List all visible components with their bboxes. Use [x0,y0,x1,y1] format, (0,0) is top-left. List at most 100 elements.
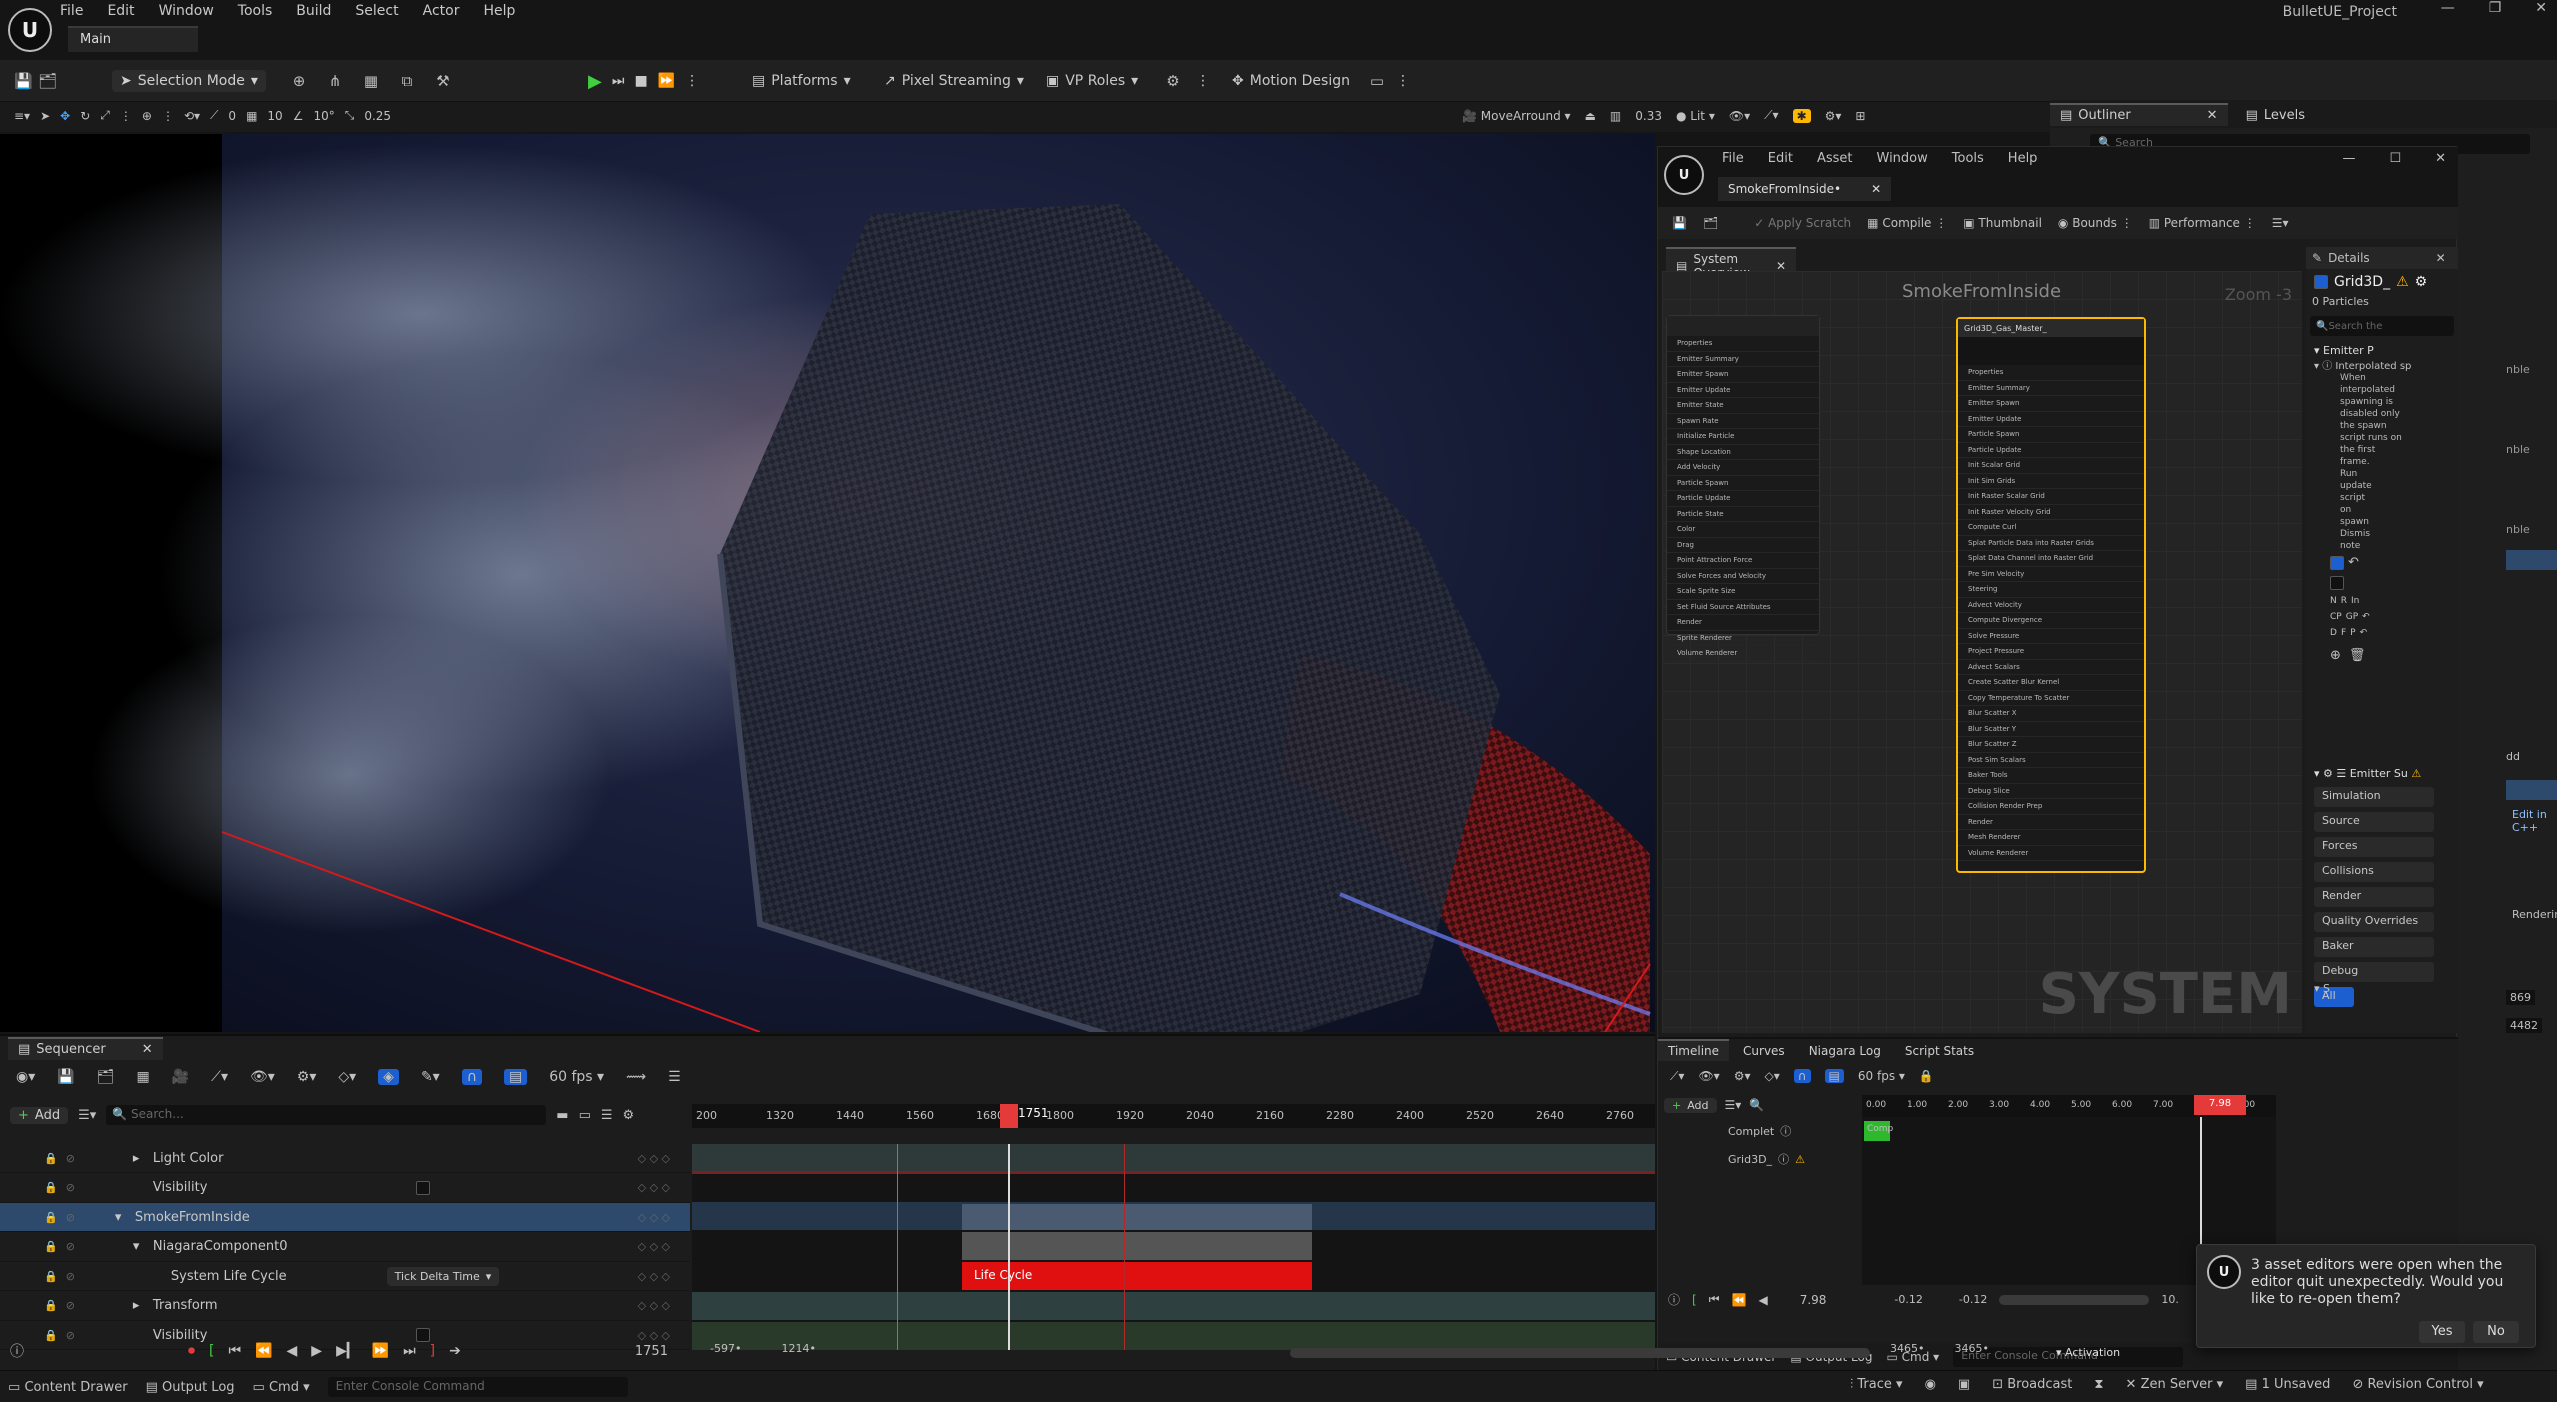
visibility-icon[interactable]: ⊘ [66,1270,75,1283]
timeline-tab-timeline[interactable]: Timeline [1658,1039,1730,1061]
prev-frame-icon[interactable]: ◀ [287,1343,298,1359]
grid3d-emitter-node[interactable]: Grid3D_Gas_Master_ Properties Emitter Sum… [1956,317,2146,873]
fps-dropdown[interactable]: 60 fps ▾ [1858,1069,1905,1083]
key-diamond-icon[interactable]: ◇ ◇ ◇ [638,1270,670,1283]
view-icon[interactable]: 👁▾ [1698,1069,1719,1083]
category-button-debug[interactable]: Debug [2314,962,2434,982]
view-icon[interactable]: 👁▾ [250,1069,275,1085]
record-icon[interactable]: ◉ [1925,1377,1936,1392]
to-start-icon[interactable]: ⏮ [1709,1292,1720,1307]
browse-icon[interactable]: 🗂 [97,1069,115,1085]
thumbnail-button[interactable]: ▣ Thumbnail [1963,216,2042,230]
performance-button[interactable]: ▥ Performance ⋮ [2149,216,2256,230]
search-icon[interactable]: 🔍 [1749,1098,1764,1112]
lock-icon[interactable]: 🔒 [44,1270,58,1283]
emitter-node-row[interactable]: Compute Divergence [1958,613,2144,629]
menu-item-build[interactable]: Build [296,3,331,19]
detail-chip[interactable]: P [2350,628,2355,638]
detail-checkbox[interactable] [2330,576,2344,590]
vp-roles-dropdown[interactable]: ▣ VP Roles ▾ [1046,68,1138,94]
prev-key-icon[interactable]: ⏪ [255,1343,272,1359]
list-icon[interactable]: ☰ [668,1069,681,1085]
track-lane-visibility[interactable] [692,1322,1655,1350]
yes-button[interactable]: Yes [2419,1321,2465,1343]
timeline-tab-niagara-log[interactable]: Niagara Log [1798,1039,1891,1061]
play-icon[interactable]: ▶ [588,71,602,92]
level-icon[interactable]: ⧉ [398,72,416,90]
emitter-node-row[interactable]: Advect Velocity [1958,598,2144,613]
collapse-icon[interactable]: ▬ [556,1108,568,1123]
system-node-row[interactable]: Set Fluid Source Attributes [1667,600,1819,615]
visibility-icon[interactable]: ⊘ [66,1240,75,1253]
menu-item-window[interactable]: Window [159,3,214,19]
system-node-row[interactable]: Solve Forces and Velocity [1667,569,1819,584]
grid-size-value[interactable]: 10 [267,109,282,123]
lock-icon[interactable]: 🔒 [1919,1069,1934,1083]
cmd-dropdown[interactable]: ▭ Cmd ▾ [253,1380,310,1395]
tab-main[interactable]: Main [68,26,198,52]
outliner-add-label[interactable]: dd [2506,750,2520,763]
show-icon[interactable]: 👁▾ [1729,109,1750,123]
expand-icon[interactable]: ▭ [579,1108,591,1123]
camera-mode-dropdown[interactable]: 🎥 MoveArround ▾ [1462,109,1571,123]
timeline-playhead[interactable]: 7.98 [2194,1095,2246,1115]
output-log-button[interactable]: ▤ Output Log [146,1380,235,1395]
key-diamond-icon[interactable]: ◇ ◇ ◇ [638,1152,670,1165]
select-icon[interactable]: ➤ [40,109,50,123]
life-cycle-section[interactable]: Life Cycle [962,1262,1312,1290]
emitter-node-row[interactable]: Post Sim Scalars [1958,753,2144,768]
pixel-streaming-dropdown[interactable]: ↗ Pixel Streaming ▾ [884,68,1024,94]
niagara-menu-item-asset[interactable]: Asset [1817,151,1853,166]
more-icon[interactable]: ⋮ [1196,73,1210,89]
category-button-collisions[interactable]: Collisions [2314,862,2434,882]
minimize-icon[interactable]: — [2441,0,2455,16]
visibility-icon[interactable]: ⊘ [66,1211,75,1224]
track-expander-icon[interactable]: ▾ [133,1239,147,1254]
zen-server-button[interactable]: ✕ Zen Server ▾ [2126,1377,2224,1392]
rotate-snap-value[interactable]: 10° [313,109,334,123]
lock-icon[interactable]: 🔒 [44,1181,58,1194]
snap-icon[interactable]: ◇▾ [1764,1069,1779,1083]
scale-snap-value[interactable]: 0.25 [364,109,391,123]
view-end[interactable]: -0.12 [1959,1293,1987,1306]
auto-key-icon[interactable]: ◈ [378,1069,399,1085]
system-node-row[interactable]: Properties [1667,336,1819,352]
system-node-row[interactable]: Color [1667,522,1819,538]
unsaved-button[interactable]: ▤ 1 Unsaved [2245,1377,2330,1392]
surface-snap-icon[interactable]: ⟲▾ [184,109,200,123]
outliner-selected-row-2[interactable] [2506,780,2557,800]
list-icon[interactable]: ☰ [601,1108,613,1123]
niagara-range-a[interactable]: 3465• [1890,1342,1924,1355]
settings-icon[interactable]: ⚙▾ [1825,109,1842,123]
add-icon[interactable]: ⊕ [2330,648,2341,663]
emitter-su-header[interactable]: ▾ ⚙ ☰ Emitter Su ⚠ [2314,767,2421,780]
compile-button[interactable]: ▦ Compile ⋮ [1867,216,1947,230]
niagara-menu-item-file[interactable]: File [1722,151,1744,166]
browse-icon[interactable]: 🗂 [1703,216,1718,230]
sequencer-search-input[interactable]: 🔍 Search... [106,1105,547,1125]
camera-speed-value[interactable]: 0.33 [1635,109,1662,123]
tab-levels[interactable]: ▤ Levels [2235,102,2315,126]
menu-item-tools[interactable]: Tools [238,3,273,19]
performance-icon[interactable]: ⟋▾ [1764,108,1778,123]
add-track-button[interactable]: + Add [1664,1097,1717,1113]
niagara-range-b[interactable]: 3465• [1954,1342,1988,1355]
end-bracket-icon[interactable]: ] [430,1343,435,1359]
menu-item-select[interactable]: Select [355,3,398,19]
category-button-quality-overrides[interactable]: Quality Overrides [2314,912,2434,932]
system-node-row[interactable]: Particle Spawn [1667,476,1819,491]
fps-dropdown[interactable]: 60 fps ▾ [549,1069,604,1085]
to-end-icon[interactable]: ⏭ [403,1343,416,1359]
no-button[interactable]: No [2473,1321,2519,1343]
hamburger-icon[interactable]: ☰▾ [2272,216,2289,230]
outliner-selected-row[interactable] [2506,550,2557,570]
emitter-node-row[interactable]: Solve Pressure [1958,629,2144,644]
eject-icon[interactable]: ⏏ [1585,109,1596,123]
more-icon[interactable]: ⋮ [1396,73,1410,89]
lock-icon[interactable]: 🔒 [44,1152,58,1165]
emitter-node-row[interactable]: Emitter Spawn [1958,396,2144,412]
niagara-menu-item-tools[interactable]: Tools [1952,151,1984,166]
selection-mode-button[interactable]: ➤ Selection Mode ▾ [112,70,266,92]
timeline-tab-script-stats[interactable]: Script Stats [1894,1039,1985,1061]
menu-item-file[interactable]: File [60,3,83,19]
